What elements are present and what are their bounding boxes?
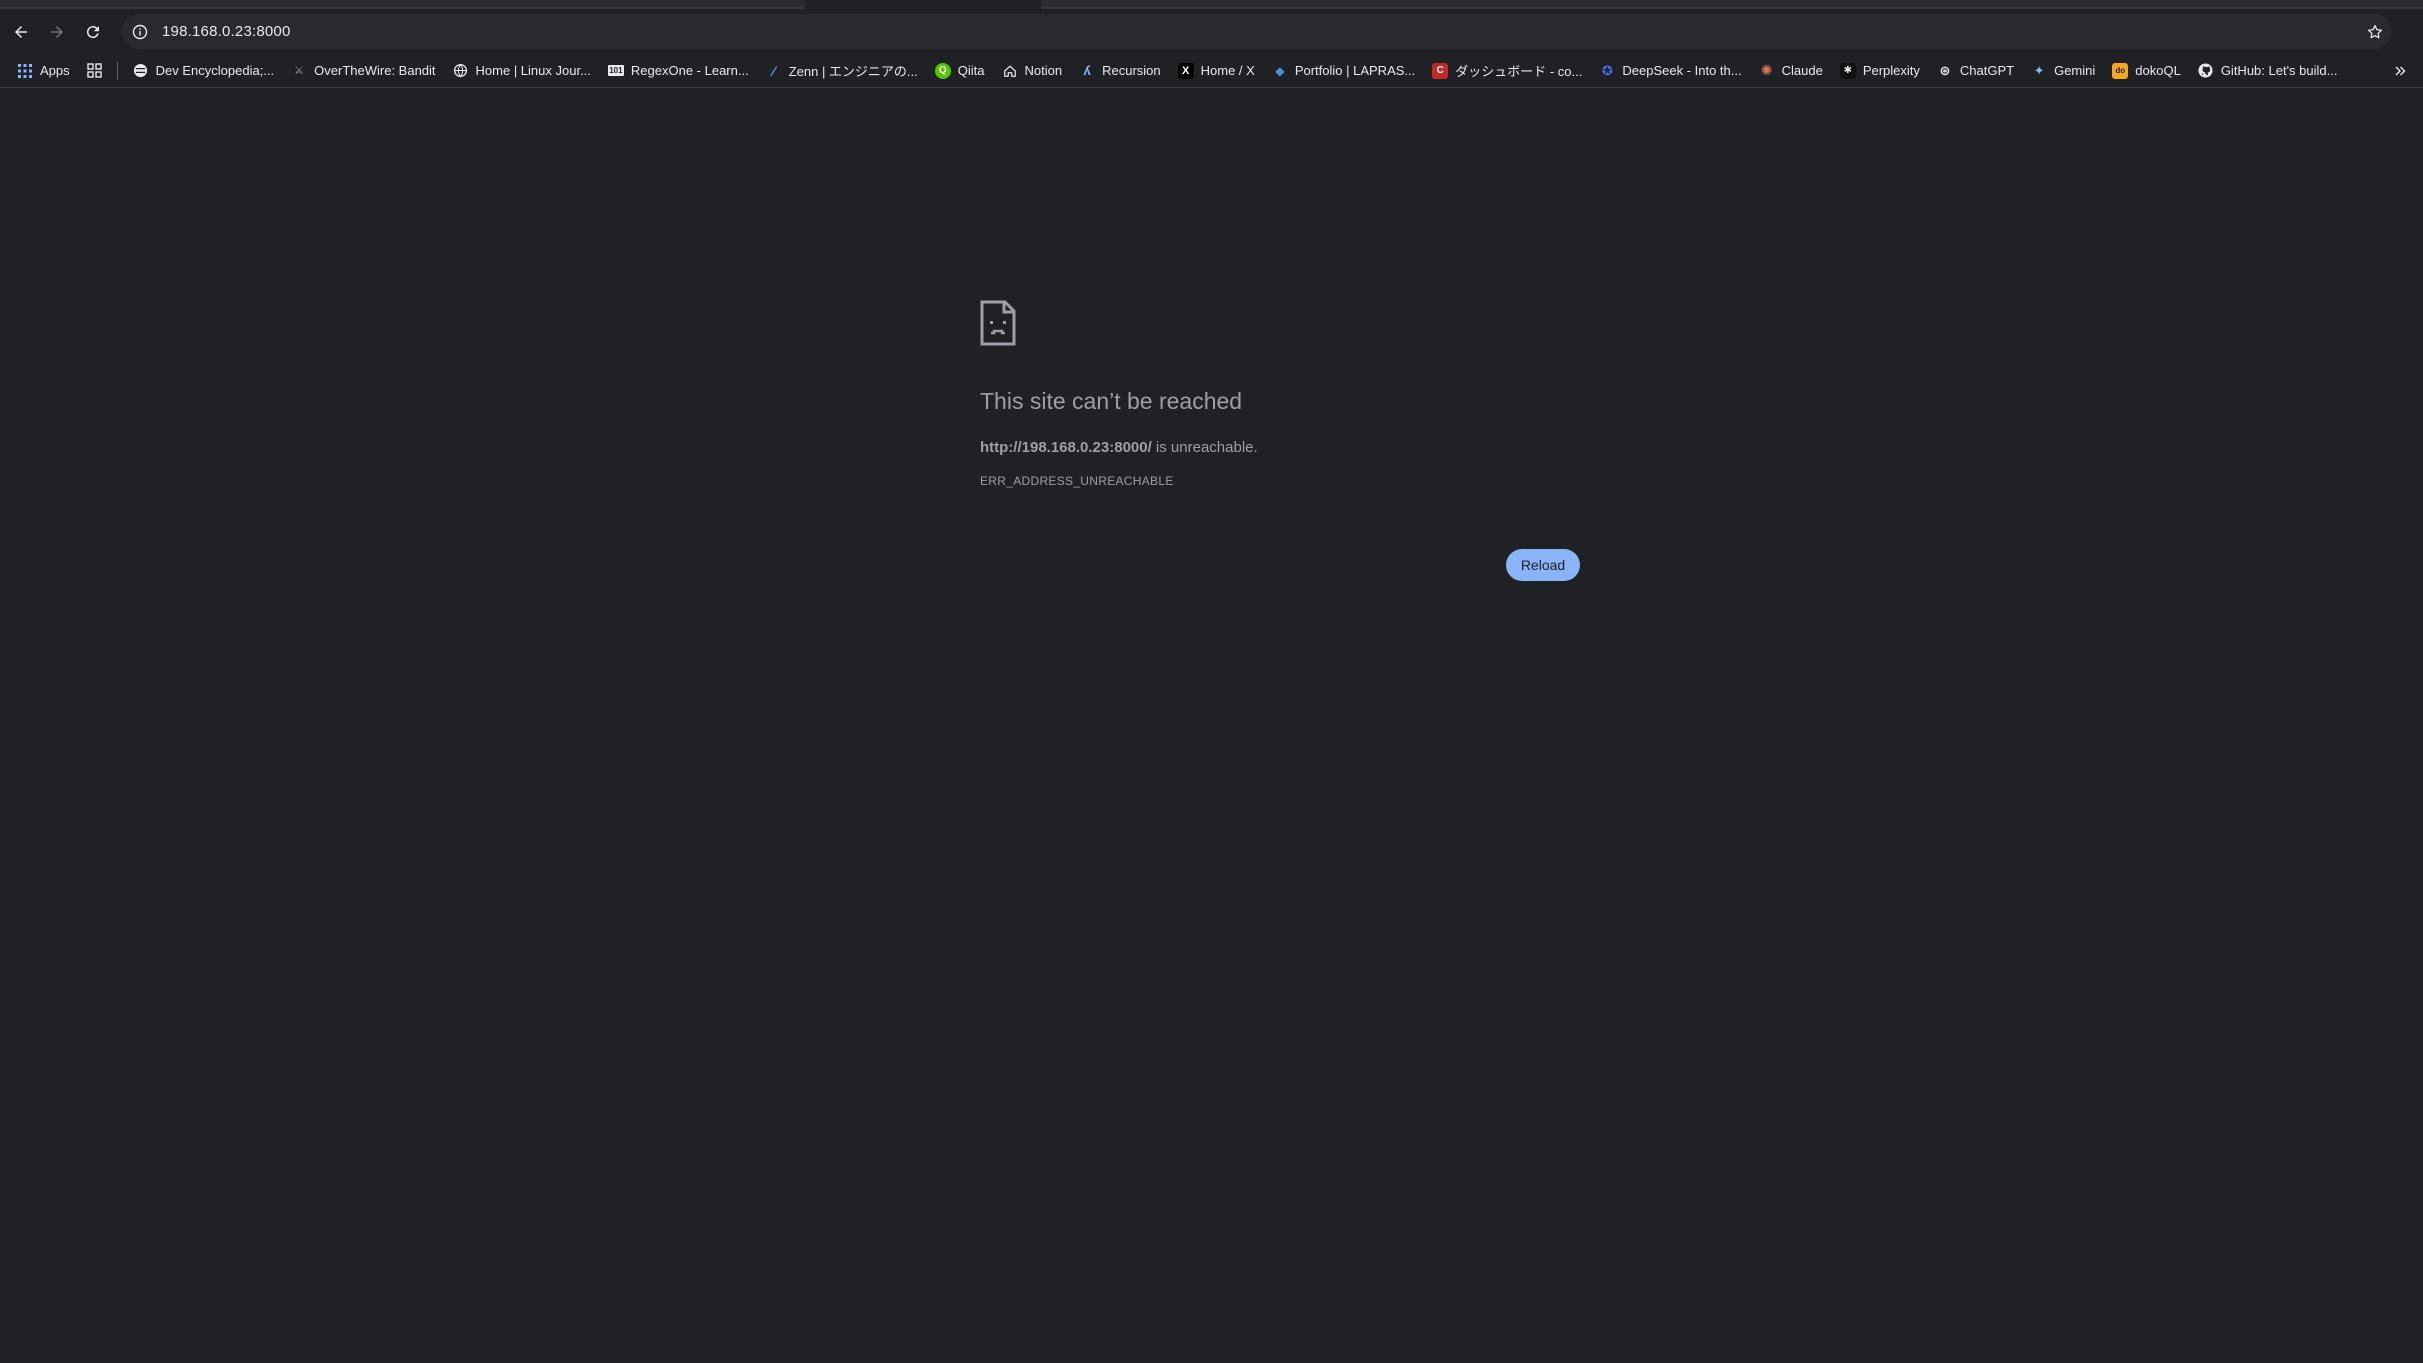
- claude-icon: ✺: [1760, 62, 1773, 78]
- arrow-right-icon: [51, 25, 63, 38]
- globe-icon: [453, 63, 469, 79]
- reload-toolbar-button[interactable]: [78, 17, 108, 47]
- apps-grid-icon: [17, 63, 33, 79]
- github-icon: [2198, 63, 2214, 79]
- qiita-icon: Q: [934, 62, 951, 79]
- bookmark-label: RegexOne - Learn...: [630, 63, 749, 78]
- address-bar[interactable]: 198.168.0.23:8000: [122, 14, 2392, 49]
- perplexity-icon: ✱: [1839, 62, 1856, 79]
- chatgpt-icon: ⊛: [1939, 62, 1951, 78]
- regexone-icon: 101: [607, 65, 624, 76]
- bookmark-item[interactable]: ✱ Perplexity: [1833, 58, 1927, 84]
- bookmark-item[interactable]: ◆ Portfolio | LAPRAS...: [1265, 58, 1422, 84]
- bookmark-label: ダッシュボード - co...: [1455, 64, 1583, 79]
- zenn-icon: ⁄: [772, 62, 775, 79]
- bookmark-item[interactable]: ⁄ Zenn | エンジニアの...: [759, 58, 925, 84]
- bookmark-item[interactable]: GitHub: Let's build...: [2191, 58, 2345, 84]
- dokoql-icon: do: [2112, 62, 2129, 79]
- bookmark-label: GitHub: Let's build...: [2220, 63, 2338, 78]
- error-message-suffix: is unreachable.: [1151, 439, 1258, 456]
- bookmark-label: Home / X: [1200, 63, 1255, 78]
- x-icon: X: [1177, 62, 1194, 79]
- bookmark-item[interactable]: ✺ Claude: [1752, 58, 1830, 84]
- bookmark-item[interactable]: do dokoQL: [2105, 58, 2188, 84]
- bookmark-label: dokoQL: [2135, 63, 2181, 78]
- tab-strip: [0, 0, 2423, 9]
- bookmark-star-icon[interactable]: [2364, 21, 2386, 43]
- bookmark-label: Claude: [1781, 63, 1823, 78]
- bookmark-item[interactable]: X Home / X: [1171, 58, 1262, 84]
- bookmark-label: Qiita: [957, 63, 985, 78]
- arrow-left-icon: [15, 25, 27, 38]
- home-icon: [1002, 63, 1018, 79]
- bookmark-item[interactable]: ✦ Gemini: [2024, 58, 2102, 84]
- back-button[interactable]: [6, 17, 36, 47]
- bookmark-item[interactable]: Notion: [995, 58, 1070, 84]
- bookmark-label: Perplexity: [1862, 63, 1920, 78]
- reload-button[interactable]: Reload: [1506, 549, 1580, 581]
- error-title: This site can’t be reached: [980, 388, 1243, 414]
- sad-file-icon: [980, 300, 1016, 346]
- bookmark-item[interactable]: C ダッシュボード - co...: [1425, 58, 1589, 84]
- bookmarks-separator: [116, 61, 118, 80]
- error-message: http://198.168.0.23:8000/ is unreachable…: [980, 438, 1580, 458]
- site-info-icon[interactable]: [130, 22, 150, 42]
- bookmark-item[interactable]: ⚔ OverTheWire: Bandit: [284, 58, 442, 84]
- bookmark-label: Zenn | エンジニアの...: [788, 64, 918, 79]
- bookmark-apps[interactable]: Apps: [10, 58, 77, 84]
- bookmark-item[interactable]: ʎ Recursion: [1072, 58, 1168, 84]
- bookmark-label: Recursion: [1102, 63, 1161, 78]
- tab-inactive[interactable]: [0, 0, 805, 7]
- bookmark-label: OverTheWire: Bandit: [314, 63, 436, 78]
- bookmark-label: DeepSeek - Into th...: [1622, 63, 1742, 78]
- globe-icon: [133, 63, 149, 79]
- bookmark-item[interactable]: Q Qiita: [928, 58, 992, 84]
- bookmark-item[interactable]: 101 RegexOne - Learn...: [601, 58, 756, 84]
- deepseek-icon: ✪: [1601, 62, 1613, 78]
- error-panel: This site can’t be reached http://198.16…: [980, 300, 1580, 488]
- address-bar-url[interactable]: 198.168.0.23:8000: [162, 23, 291, 40]
- bookmark-item[interactable]: ✪ DeepSeek - Into th...: [1592, 58, 1748, 84]
- bookmark-label: Dev Encyclopedia;...: [155, 63, 275, 78]
- lapras-icon: ◆: [1275, 63, 1285, 78]
- refresh-icon: [86, 25, 99, 38]
- recursion-icon: ʎ: [1083, 63, 1091, 78]
- tab-groups-button[interactable]: [80, 58, 110, 84]
- bookmark-label: Home | Linux Jour...: [475, 63, 591, 78]
- tab-groups-icon: [87, 63, 103, 79]
- forward-button[interactable]: [42, 17, 72, 47]
- tab-inactive[interactable]: [1041, 0, 2423, 7]
- bookmark-item[interactable]: Home | Linux Jour...: [446, 58, 598, 84]
- bookmark-label: Apps: [40, 63, 70, 78]
- bookmark-item[interactable]: ⊛ ChatGPT: [1930, 58, 2021, 84]
- bookmark-label: Portfolio | LAPRAS...: [1294, 63, 1416, 78]
- gemini-icon: ✦: [2033, 62, 2045, 78]
- bandit-icon: ⚔: [294, 65, 305, 77]
- bookmark-label: ChatGPT: [1959, 63, 2015, 78]
- bookmarks-overflow-chevron-icon[interactable]: [2389, 60, 2411, 82]
- bookmarks-bar: Apps Dev Encyclopedia;... ⚔ OverTheWire:…: [0, 54, 2423, 88]
- bookmark-label: Gemini: [2054, 63, 2096, 78]
- c-icon: C: [1432, 62, 1449, 79]
- browser-toolbar: 198.168.0.23:8000: [0, 9, 2423, 54]
- bookmark-label: Notion: [1024, 63, 1063, 78]
- bookmark-item[interactable]: Dev Encyclopedia;...: [126, 58, 282, 84]
- tab-active[interactable]: [805, 0, 1041, 9]
- error-code: ERR_ADDRESS_UNREACHABLE: [980, 474, 1174, 488]
- error-url: http://198.168.0.23:8000/: [980, 439, 1152, 456]
